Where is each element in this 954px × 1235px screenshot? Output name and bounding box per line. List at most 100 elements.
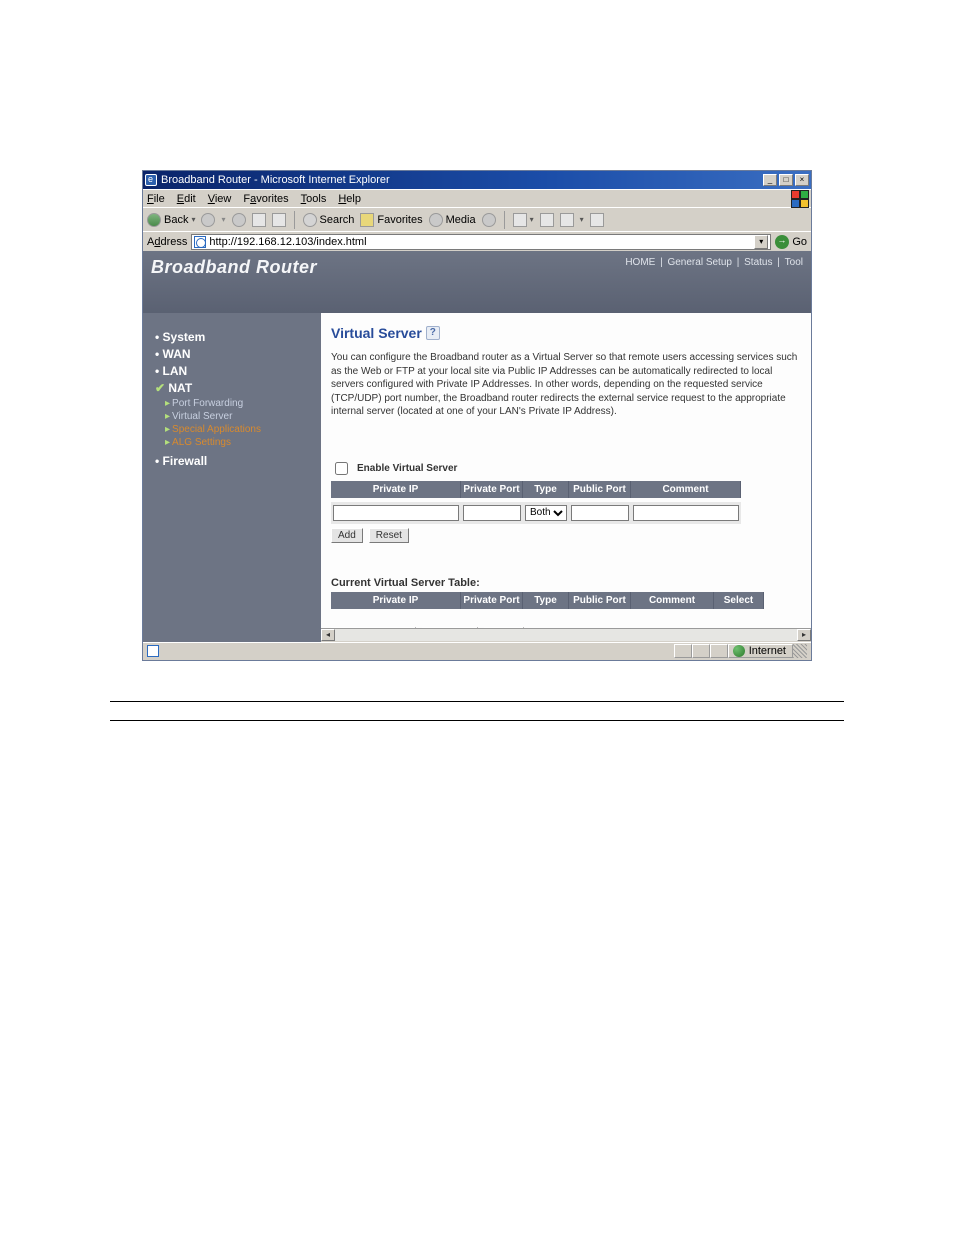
page-icon bbox=[194, 236, 206, 248]
page-heading: Virtual Server ? bbox=[331, 325, 803, 341]
search-button[interactable]: Search bbox=[303, 213, 355, 227]
address-url[interactable]: http://192.168.12.103/index.html bbox=[209, 236, 751, 248]
browser-window: Broadband Router - Microsoft Internet Ex… bbox=[142, 170, 812, 661]
star-icon bbox=[360, 213, 374, 227]
sidebar-item-lan[interactable]: LAN bbox=[155, 364, 315, 378]
ie-icon bbox=[145, 174, 157, 186]
input-table-header: Private IP Private Port Type Public Port… bbox=[331, 481, 803, 498]
close-button[interactable]: × bbox=[795, 174, 809, 186]
sidebar-item-nat[interactable]: NAT bbox=[155, 381, 315, 395]
search-icon bbox=[303, 213, 317, 227]
sidebar-item-alg-settings[interactable]: ALG Settings bbox=[165, 437, 315, 448]
link-tool[interactable]: Tool bbox=[783, 257, 805, 268]
minimize-button[interactable]: _ bbox=[763, 174, 777, 186]
enable-label: Enable Virtual Server bbox=[357, 463, 457, 474]
scroll-left-icon[interactable]: ◂ bbox=[321, 629, 335, 641]
status-bar: Internet bbox=[143, 642, 811, 660]
sidebar-item-system[interactable]: System bbox=[155, 330, 315, 344]
link-status[interactable]: Status bbox=[742, 257, 774, 268]
stop-button[interactable] bbox=[232, 213, 246, 227]
forward-icon bbox=[201, 213, 215, 227]
th2-public-port: Public Port bbox=[569, 592, 631, 609]
menu-favorites[interactable]: Favorites bbox=[243, 193, 288, 205]
globe-icon bbox=[733, 645, 745, 657]
menu-view[interactable]: View bbox=[208, 193, 232, 205]
discuss-button[interactable] bbox=[590, 213, 604, 227]
sidebar-item-special-applications[interactable]: Special Applications bbox=[165, 424, 315, 435]
input-table-row: Both bbox=[331, 502, 803, 524]
menu-bar: File Edit View Favorites Tools Help bbox=[143, 189, 811, 207]
comment-input[interactable] bbox=[633, 505, 739, 521]
add-button[interactable]: Add bbox=[331, 528, 363, 543]
history-button[interactable] bbox=[482, 213, 496, 227]
refresh-button[interactable] bbox=[252, 213, 266, 227]
page-banner: Broadband Router HOME | General Setup | … bbox=[143, 251, 811, 313]
th-type: Type bbox=[523, 481, 569, 498]
private-port-input[interactable] bbox=[463, 505, 521, 521]
type-select[interactable]: Both bbox=[525, 505, 567, 521]
discuss-icon bbox=[590, 213, 604, 227]
menu-file[interactable]: File bbox=[147, 193, 165, 205]
status-internet-zone: Internet bbox=[728, 644, 793, 658]
history-icon bbox=[482, 213, 496, 227]
home-icon bbox=[272, 213, 286, 227]
back-icon bbox=[147, 213, 161, 227]
th2-type: Type bbox=[523, 592, 569, 609]
go-button[interactable]: Go bbox=[775, 235, 807, 249]
help-icon[interactable]: ? bbox=[426, 326, 440, 340]
favorites-button[interactable]: Favorites bbox=[360, 213, 422, 227]
menu-tools[interactable]: Tools bbox=[301, 193, 327, 205]
resize-grip-icon[interactable] bbox=[793, 644, 807, 658]
page-description: You can configure the Broadband router a… bbox=[331, 351, 803, 419]
print-icon bbox=[540, 213, 554, 227]
document-rule bbox=[110, 720, 844, 721]
enable-row: Enable Virtual Server bbox=[331, 459, 803, 478]
edit-button[interactable] bbox=[560, 213, 574, 227]
address-dropdown-icon[interactable]: ▾ bbox=[754, 235, 768, 249]
enable-virtual-server-checkbox[interactable] bbox=[335, 462, 348, 475]
document-rule bbox=[110, 701, 844, 702]
th-comment: Comment bbox=[631, 481, 741, 498]
toolbar: Back ▾ ▾ Search Favorites Media ▾ ▾ bbox=[143, 207, 811, 231]
status-page-icon bbox=[147, 645, 159, 657]
main-content: Virtual Server ? You can configure the B… bbox=[321, 313, 811, 642]
sidebar: System WAN LAN NAT Port Forwarding Virtu… bbox=[143, 313, 321, 642]
menu-edit[interactable]: Edit bbox=[177, 193, 196, 205]
dropdown-icon: ▾ bbox=[191, 215, 195, 224]
scroll-track[interactable] bbox=[335, 629, 797, 641]
edit-icon bbox=[560, 213, 574, 227]
th-private-ip: Private IP bbox=[331, 481, 461, 498]
banner-links: HOME | General Setup | Status | Tool bbox=[623, 257, 805, 268]
sidebar-item-wan[interactable]: WAN bbox=[155, 347, 315, 361]
router-logo: Broadband Router bbox=[151, 257, 317, 278]
address-bar: Address http://192.168.12.103/index.html… bbox=[143, 231, 811, 251]
current-table-header: Private IP Private Port Type Public Port… bbox=[331, 592, 803, 609]
home-button[interactable] bbox=[272, 213, 286, 227]
maximize-button[interactable]: □ bbox=[779, 174, 793, 186]
refresh-icon bbox=[252, 213, 266, 227]
horizontal-scrollbar[interactable]: ◂ ▸ bbox=[321, 628, 811, 642]
sidebar-item-firewall[interactable]: Firewall bbox=[155, 454, 315, 468]
mail-button[interactable]: ▾ bbox=[513, 213, 534, 227]
sidebar-item-virtual-server[interactable]: Virtual Server bbox=[165, 411, 315, 422]
back-button[interactable]: Back ▾ bbox=[147, 213, 195, 227]
th-private-port: Private Port bbox=[461, 481, 523, 498]
address-label: Address bbox=[147, 236, 187, 248]
title-bar: Broadband Router - Microsoft Internet Ex… bbox=[143, 171, 811, 189]
link-home[interactable]: HOME bbox=[623, 257, 657, 268]
sidebar-item-port-forwarding[interactable]: Port Forwarding bbox=[165, 398, 315, 409]
print-button[interactable] bbox=[540, 213, 554, 227]
scroll-right-icon[interactable]: ▸ bbox=[797, 629, 811, 641]
link-general-setup[interactable]: General Setup bbox=[665, 257, 734, 268]
window-title: Broadband Router - Microsoft Internet Ex… bbox=[161, 174, 390, 186]
public-port-input[interactable] bbox=[571, 505, 629, 521]
th2-comment: Comment bbox=[631, 592, 714, 609]
private-ip-input[interactable] bbox=[333, 505, 459, 521]
media-button[interactable]: Media bbox=[429, 213, 476, 227]
forward-button[interactable] bbox=[201, 213, 215, 227]
reset-button[interactable]: Reset bbox=[369, 528, 409, 543]
media-icon bbox=[429, 213, 443, 227]
menu-help[interactable]: Help bbox=[338, 193, 361, 205]
current-table-title: Current Virtual Server Table: bbox=[331, 577, 803, 589]
th-public-port: Public Port bbox=[569, 481, 631, 498]
